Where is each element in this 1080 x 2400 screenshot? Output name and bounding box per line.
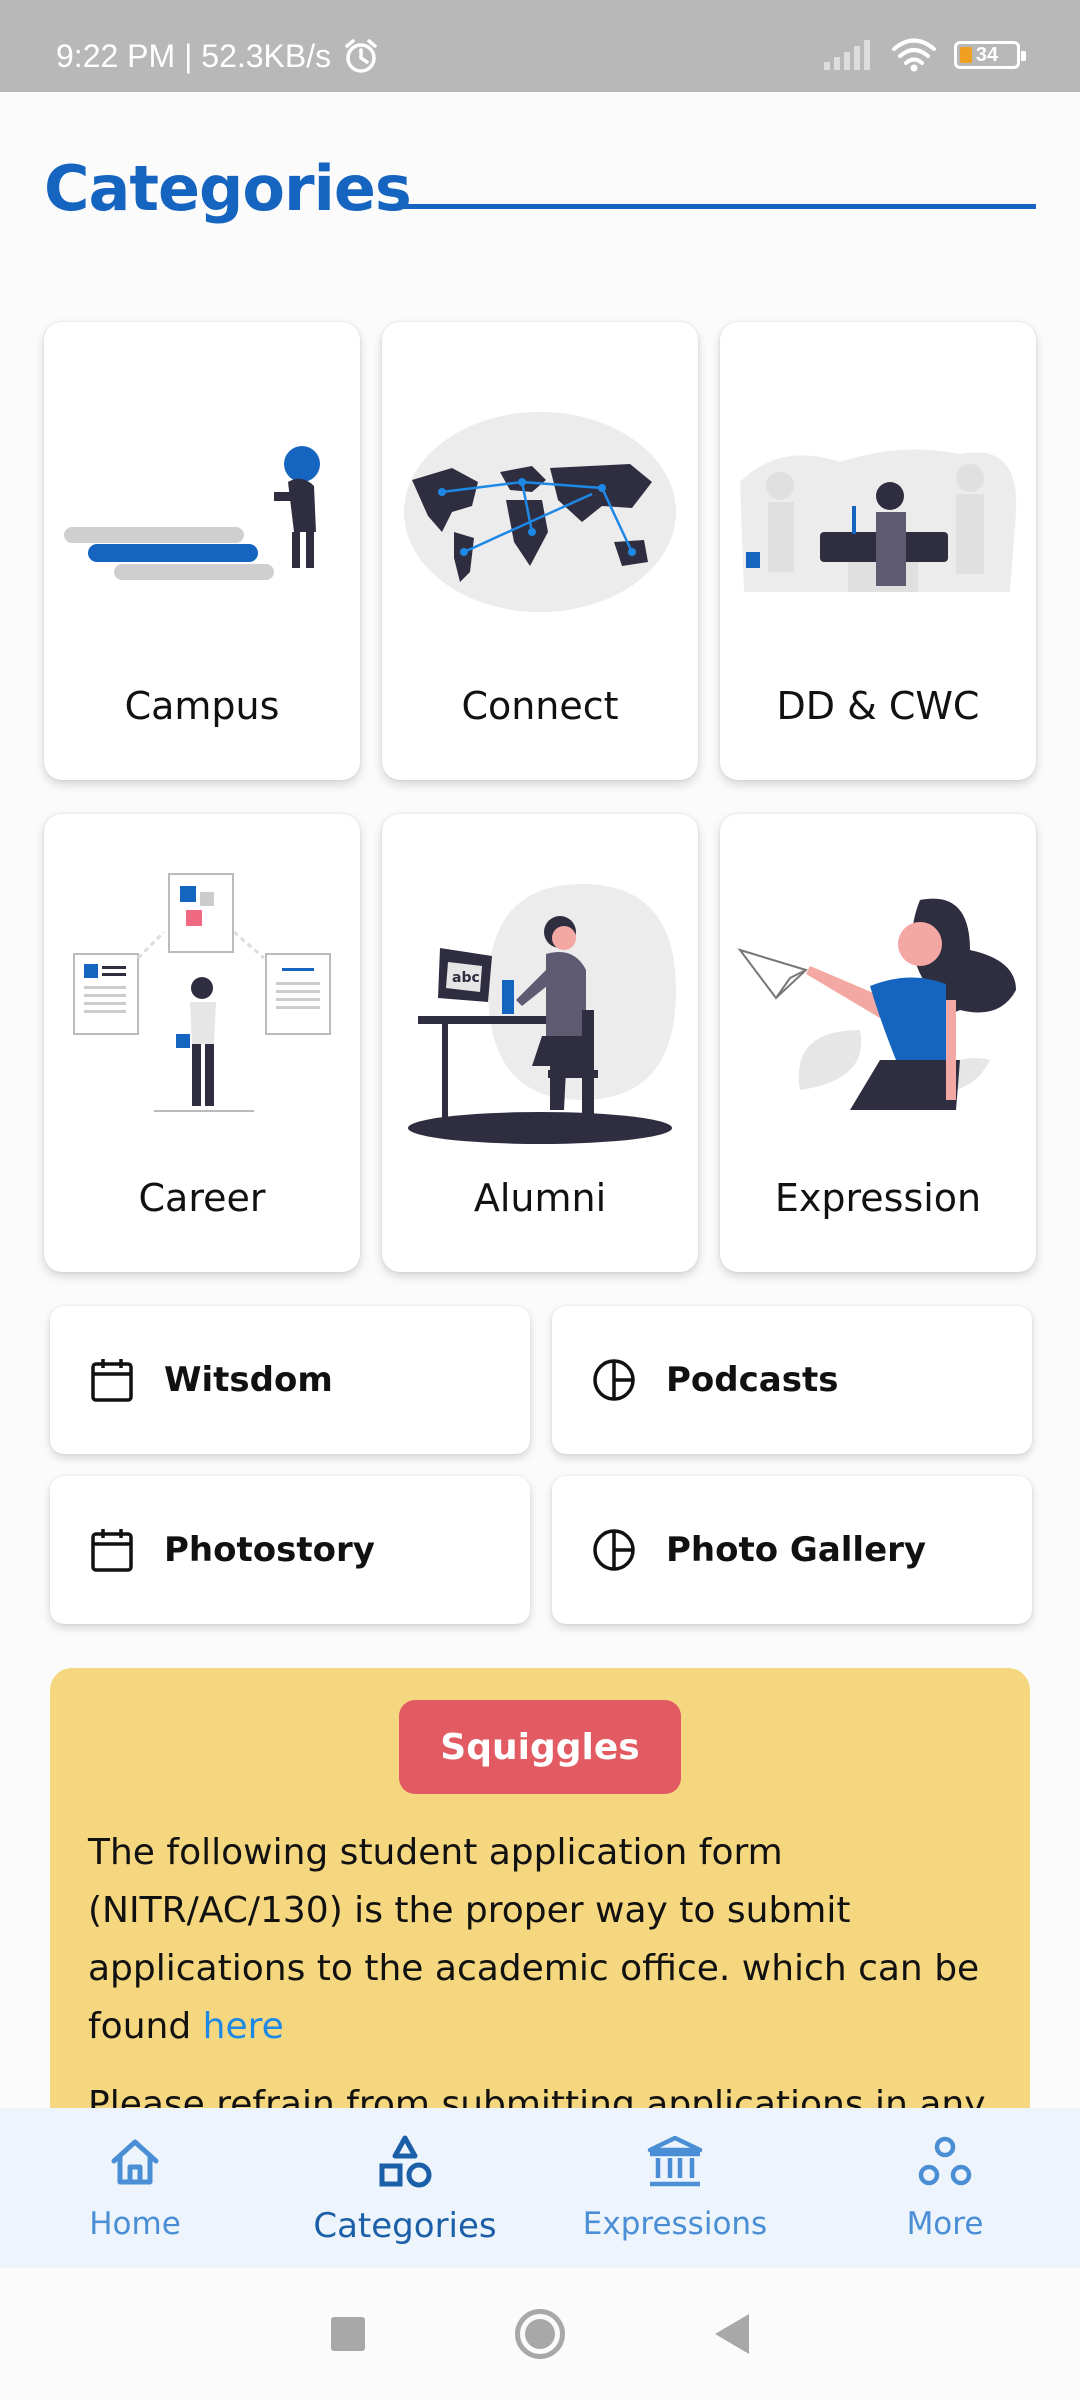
category-card-expression[interactable]: Expression <box>720 814 1036 1272</box>
title-underline <box>400 204 1036 209</box>
pie-chart-icon <box>593 1529 635 1571</box>
podium-speaker-illustration <box>740 449 1017 592</box>
squiggles-text: The following student application form (… <box>88 1824 1008 2128</box>
witsdom-button[interactable]: Witsdom <box>50 1306 530 1454</box>
category-card-alumni[interactable]: abc Alumni <box>382 814 698 1272</box>
photo-gallery-label: Photo Gallery <box>666 1530 927 1570</box>
pie-chart-icon <box>593 1359 635 1401</box>
system-navigation-bar <box>0 2268 1080 2400</box>
campus-illustration <box>64 446 320 580</box>
person-at-computer-illustration: abc <box>408 884 676 1144</box>
category-card-connect[interactable]: Connect <box>382 322 698 780</box>
squiggles-badge[interactable]: Squiggles <box>399 1700 681 1794</box>
nav-more-label: More <box>906 2206 984 2242</box>
nav-expressions[interactable]: Expressions <box>540 2108 810 2268</box>
home-icon <box>111 2139 159 2185</box>
status-bar: 9:22 PM | 52.3KB/s 34 <box>0 0 1080 92</box>
nav-expressions-label: Expressions <box>582 2206 768 2242</box>
alarm-icon <box>345 39 377 73</box>
category-card-career[interactable]: Career <box>44 814 360 1272</box>
dots-icon <box>918 2136 972 2186</box>
squiggles-card: Squiggles The following student applicat… <box>50 1668 1030 2128</box>
paper-plane-illustration <box>737 898 1016 1110</box>
podcasts-button[interactable]: Podcasts <box>552 1306 1032 1454</box>
back-icon[interactable] <box>715 2314 749 2354</box>
calendar-icon <box>91 1529 133 1572</box>
world-map-illustration <box>404 412 676 612</box>
here-link[interactable]: here <box>203 2006 284 2047</box>
nav-home[interactable]: Home <box>0 2108 270 2268</box>
calendar-icon <box>91 1359 133 1402</box>
status-time: 9:22 PM | 52.3KB/s <box>56 37 332 74</box>
category-label: Alumni <box>473 1176 607 1220</box>
squiggles-paragraph: The following student application form (… <box>88 1824 1008 2056</box>
signal-icon <box>824 40 870 70</box>
photostory-button[interactable]: Photostory <box>50 1476 530 1624</box>
recent-apps-icon[interactable] <box>331 2317 365 2351</box>
bank-icon <box>647 2135 703 2187</box>
home-button-icon[interactable] <box>515 2309 565 2359</box>
photostory-label: Photostory <box>164 1530 375 1570</box>
nav-categories[interactable]: Categories <box>270 2108 540 2268</box>
category-label: Expression <box>774 1176 982 1220</box>
wifi-icon <box>892 38 936 72</box>
battery-level: 34 <box>975 43 999 66</box>
nav-more[interactable]: More <box>810 2108 1080 2268</box>
category-label: DD & CWC <box>776 684 980 728</box>
nav-categories-label: Categories <box>313 2206 497 2246</box>
category-label: Career <box>138 1176 266 1220</box>
bottom-navigation: Home Categories Expressions More <box>0 2108 1080 2268</box>
career-board-illustration <box>73 873 331 1112</box>
category-card-campus[interactable]: Campus <box>44 322 360 780</box>
shapes-icon <box>379 2135 432 2188</box>
nav-home-label: Home <box>89 2206 181 2242</box>
witsdom-label: Witsdom <box>164 1360 333 1400</box>
category-card-dd-cwc[interactable]: DD & CWC <box>720 322 1036 780</box>
battery-icon: 34 <box>954 41 1026 69</box>
category-label: Connect <box>461 684 619 728</box>
page-title: Categories <box>44 152 412 225</box>
category-label: Campus <box>124 684 280 728</box>
svg-text:abc: abc <box>452 970 480 986</box>
photo-gallery-button[interactable]: Photo Gallery <box>552 1476 1032 1624</box>
podcasts-label: Podcasts <box>666 1360 839 1400</box>
